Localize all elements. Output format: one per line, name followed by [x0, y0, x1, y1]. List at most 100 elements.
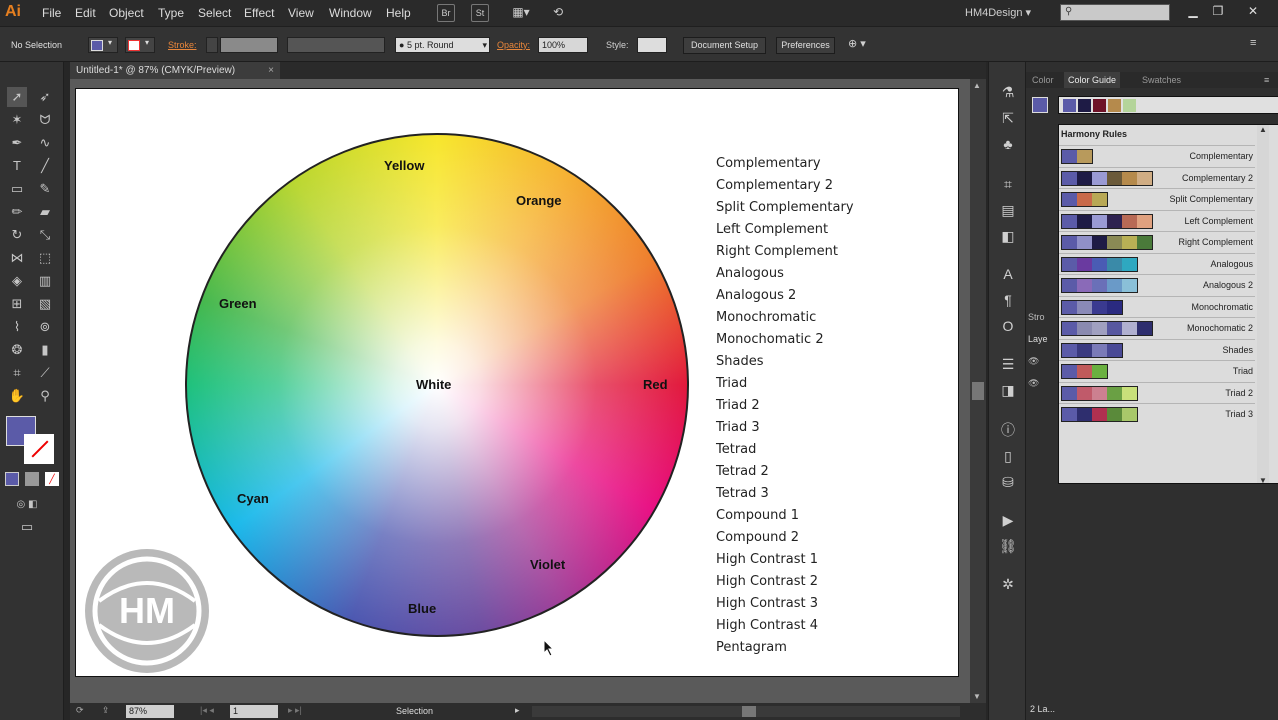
menu-type[interactable]: Type [158, 6, 184, 20]
opentype-icon[interactable]: O [998, 316, 1018, 336]
info-icon[interactable]: ⓘ [998, 420, 1018, 440]
drawing-mode-icon[interactable]: ◎ ◧ [7, 495, 47, 515]
magic-wand-tool-icon[interactable]: ✶ [7, 110, 27, 130]
artboard-nav-next-icon[interactable]: ▸ ▸| [288, 705, 302, 716]
guide-swatch[interactable] [1078, 99, 1091, 112]
rotate-view-icon[interactable]: ⟳ [76, 705, 84, 716]
close-tab-icon[interactable]: × [268, 62, 274, 79]
harmony-rule-row[interactable]: Monochomatic 2 [1059, 317, 1255, 338]
stroke-color-box[interactable] [24, 434, 54, 464]
stroke-stepper[interactable] [206, 37, 218, 53]
workspace-switcher[interactable]: HM4Design ▾ [965, 6, 1031, 19]
direct-selection-tool-icon[interactable]: ➶ [35, 87, 55, 107]
pen-tool-icon[interactable]: ✒ [7, 133, 27, 153]
document-info-icon[interactable]: ▯ [998, 446, 1018, 466]
actions-icon[interactable]: ▶ [998, 510, 1018, 530]
tab-color-guide[interactable]: Color Guide [1064, 72, 1121, 88]
canvas-area[interactable]: Yellow Orange Red Violet Blue Cyan Green… [70, 79, 970, 703]
restore-icon[interactable]: ❐ [1208, 2, 1228, 20]
eraser-tool-icon[interactable]: ▰ [35, 202, 55, 222]
close-icon[interactable]: ✕ [1243, 2, 1263, 20]
fill-swatch[interactable]: ▾ [88, 37, 118, 53]
width-tool-icon[interactable]: ⋈ [7, 248, 27, 268]
none-mode-icon[interactable]: ╱ [45, 472, 59, 486]
graphic-style-swatch[interactable] [637, 37, 667, 53]
asset-export-icon[interactable]: ✲ [998, 574, 1018, 594]
zoom-tool-icon[interactable]: ⚲ [35, 386, 55, 406]
symbol-sprayer-tool-icon[interactable]: ❂ [7, 340, 27, 360]
share-icon[interactable]: ⇪ [102, 705, 110, 716]
popup-scrollbar[interactable]: ▲ ▼ [1257, 125, 1269, 483]
visibility-eye-icon-2[interactable]: 👁 [1028, 378, 1050, 400]
zoom-field[interactable]: 87% [126, 705, 174, 718]
harmony-rule-row[interactable]: Triad [1059, 360, 1255, 381]
recolor-icon[interactable]: ⚗ [998, 82, 1018, 102]
menu-edit[interactable]: Edit [75, 6, 96, 20]
artboard-number-field[interactable]: 1 [230, 705, 278, 718]
base-color-swatch[interactable] [1032, 97, 1048, 113]
search-input[interactable]: ⚲ [1060, 4, 1170, 21]
selection-tool-icon[interactable]: ➚ [7, 87, 27, 107]
appearance-icon[interactable]: ☰ [998, 354, 1018, 374]
menu-effect[interactable]: Effect [244, 6, 274, 20]
character-icon[interactable]: A [998, 264, 1018, 284]
menu-select[interactable]: Select [198, 6, 231, 20]
vertical-scrollbar[interactable]: ▲ ▼ [970, 79, 986, 703]
popup-scroll-up-icon[interactable]: ▲ [1259, 125, 1267, 134]
guide-swatch[interactable] [1123, 99, 1136, 112]
document-tab[interactable]: Untitled-1* @ 87% (CMYK/Preview) × [70, 62, 280, 79]
harmony-rule-row[interactable]: Analogous [1059, 252, 1255, 274]
menu-object[interactable]: Object [109, 6, 144, 20]
artboard-tool-icon[interactable]: ⌗ [7, 363, 27, 383]
scroll-thumb[interactable] [972, 382, 984, 400]
menu-view[interactable]: View [288, 6, 314, 20]
preferences-button[interactable]: Preferences [776, 37, 835, 54]
slice-tool-icon[interactable]: ⟋ [35, 363, 55, 383]
screen-mode-icon[interactable]: ▭ [17, 517, 37, 537]
harmony-rule-row[interactable]: Monochromatic [1059, 295, 1255, 317]
harmony-rule-row[interactable]: Left Complement [1059, 209, 1255, 231]
harmony-rule-row[interactable]: Shades [1059, 338, 1255, 360]
gpu-performance-icon[interactable]: ⟲ [548, 4, 568, 22]
guide-swatch[interactable] [1093, 99, 1106, 112]
menu-help[interactable]: Help [386, 6, 411, 20]
color-guide-strip[interactable] [1058, 96, 1278, 114]
type-tool-icon[interactable]: T [7, 156, 27, 176]
harmony-rule-row[interactable]: Right Complement [1059, 231, 1255, 252]
free-transform-tool-icon[interactable]: ⬚ [35, 248, 55, 268]
paragraph-icon[interactable]: ¶ [998, 290, 1018, 310]
document-setup-button[interactable]: Document Setup [683, 37, 766, 54]
opacity-label[interactable]: Opacity: [497, 40, 530, 50]
shape-builder-tool-icon[interactable]: ◈ [7, 271, 27, 291]
stock-button[interactable]: St [471, 4, 489, 22]
popup-scroll-down-icon[interactable]: ▼ [1259, 476, 1267, 483]
eyedropper-tool-icon[interactable]: ⌇ [7, 317, 27, 337]
opacity-field[interactable]: 100% [538, 37, 588, 53]
layers-panel-tab[interactable]: Laye [1028, 334, 1050, 356]
brush-definition[interactable]: ● 5 pt. Round ▾ [395, 37, 490, 53]
gradient-tool-icon[interactable]: ▧ [35, 294, 55, 314]
symbols-icon[interactable]: ♣ [998, 134, 1018, 154]
rectangle-tool-icon[interactable]: ▭ [7, 179, 27, 199]
align-options-icon[interactable]: ⊕ ▾ [848, 37, 866, 50]
mesh-tool-icon[interactable]: ⊞ [7, 294, 27, 314]
harmony-rule-row[interactable]: Split Complementary [1059, 188, 1255, 209]
scroll-down-icon[interactable]: ▼ [973, 692, 981, 701]
artboard[interactable]: Yellow Orange Red Violet Blue Cyan Green… [75, 88, 959, 677]
status-mode[interactable]: Selection [396, 706, 433, 716]
transform-icon[interactable]: ⌗ [998, 174, 1018, 194]
stroke-swatch[interactable]: ▾ [125, 37, 155, 53]
line-tool-icon[interactable]: ╱ [35, 156, 55, 176]
control-panel-menu-icon[interactable]: ≡ [1250, 37, 1256, 49]
tab-color[interactable]: Color [1028, 72, 1058, 88]
libraries-icon[interactable]: ⇱ [998, 108, 1018, 128]
stroke-weight-field[interactable] [220, 37, 278, 53]
harmony-rules-popup[interactable]: Harmony Rules Complementary Complementary… [1058, 124, 1278, 484]
guide-swatch[interactable] [1063, 99, 1076, 112]
guide-swatch[interactable] [1108, 99, 1121, 112]
menu-window[interactable]: Window [329, 6, 372, 20]
links-icon[interactable]: ⛓ [998, 536, 1018, 556]
visibility-eye-icon[interactable]: 👁 [1028, 356, 1050, 378]
horizontal-scrollbar[interactable] [532, 706, 960, 717]
bridge-button[interactable]: Br [437, 4, 455, 22]
